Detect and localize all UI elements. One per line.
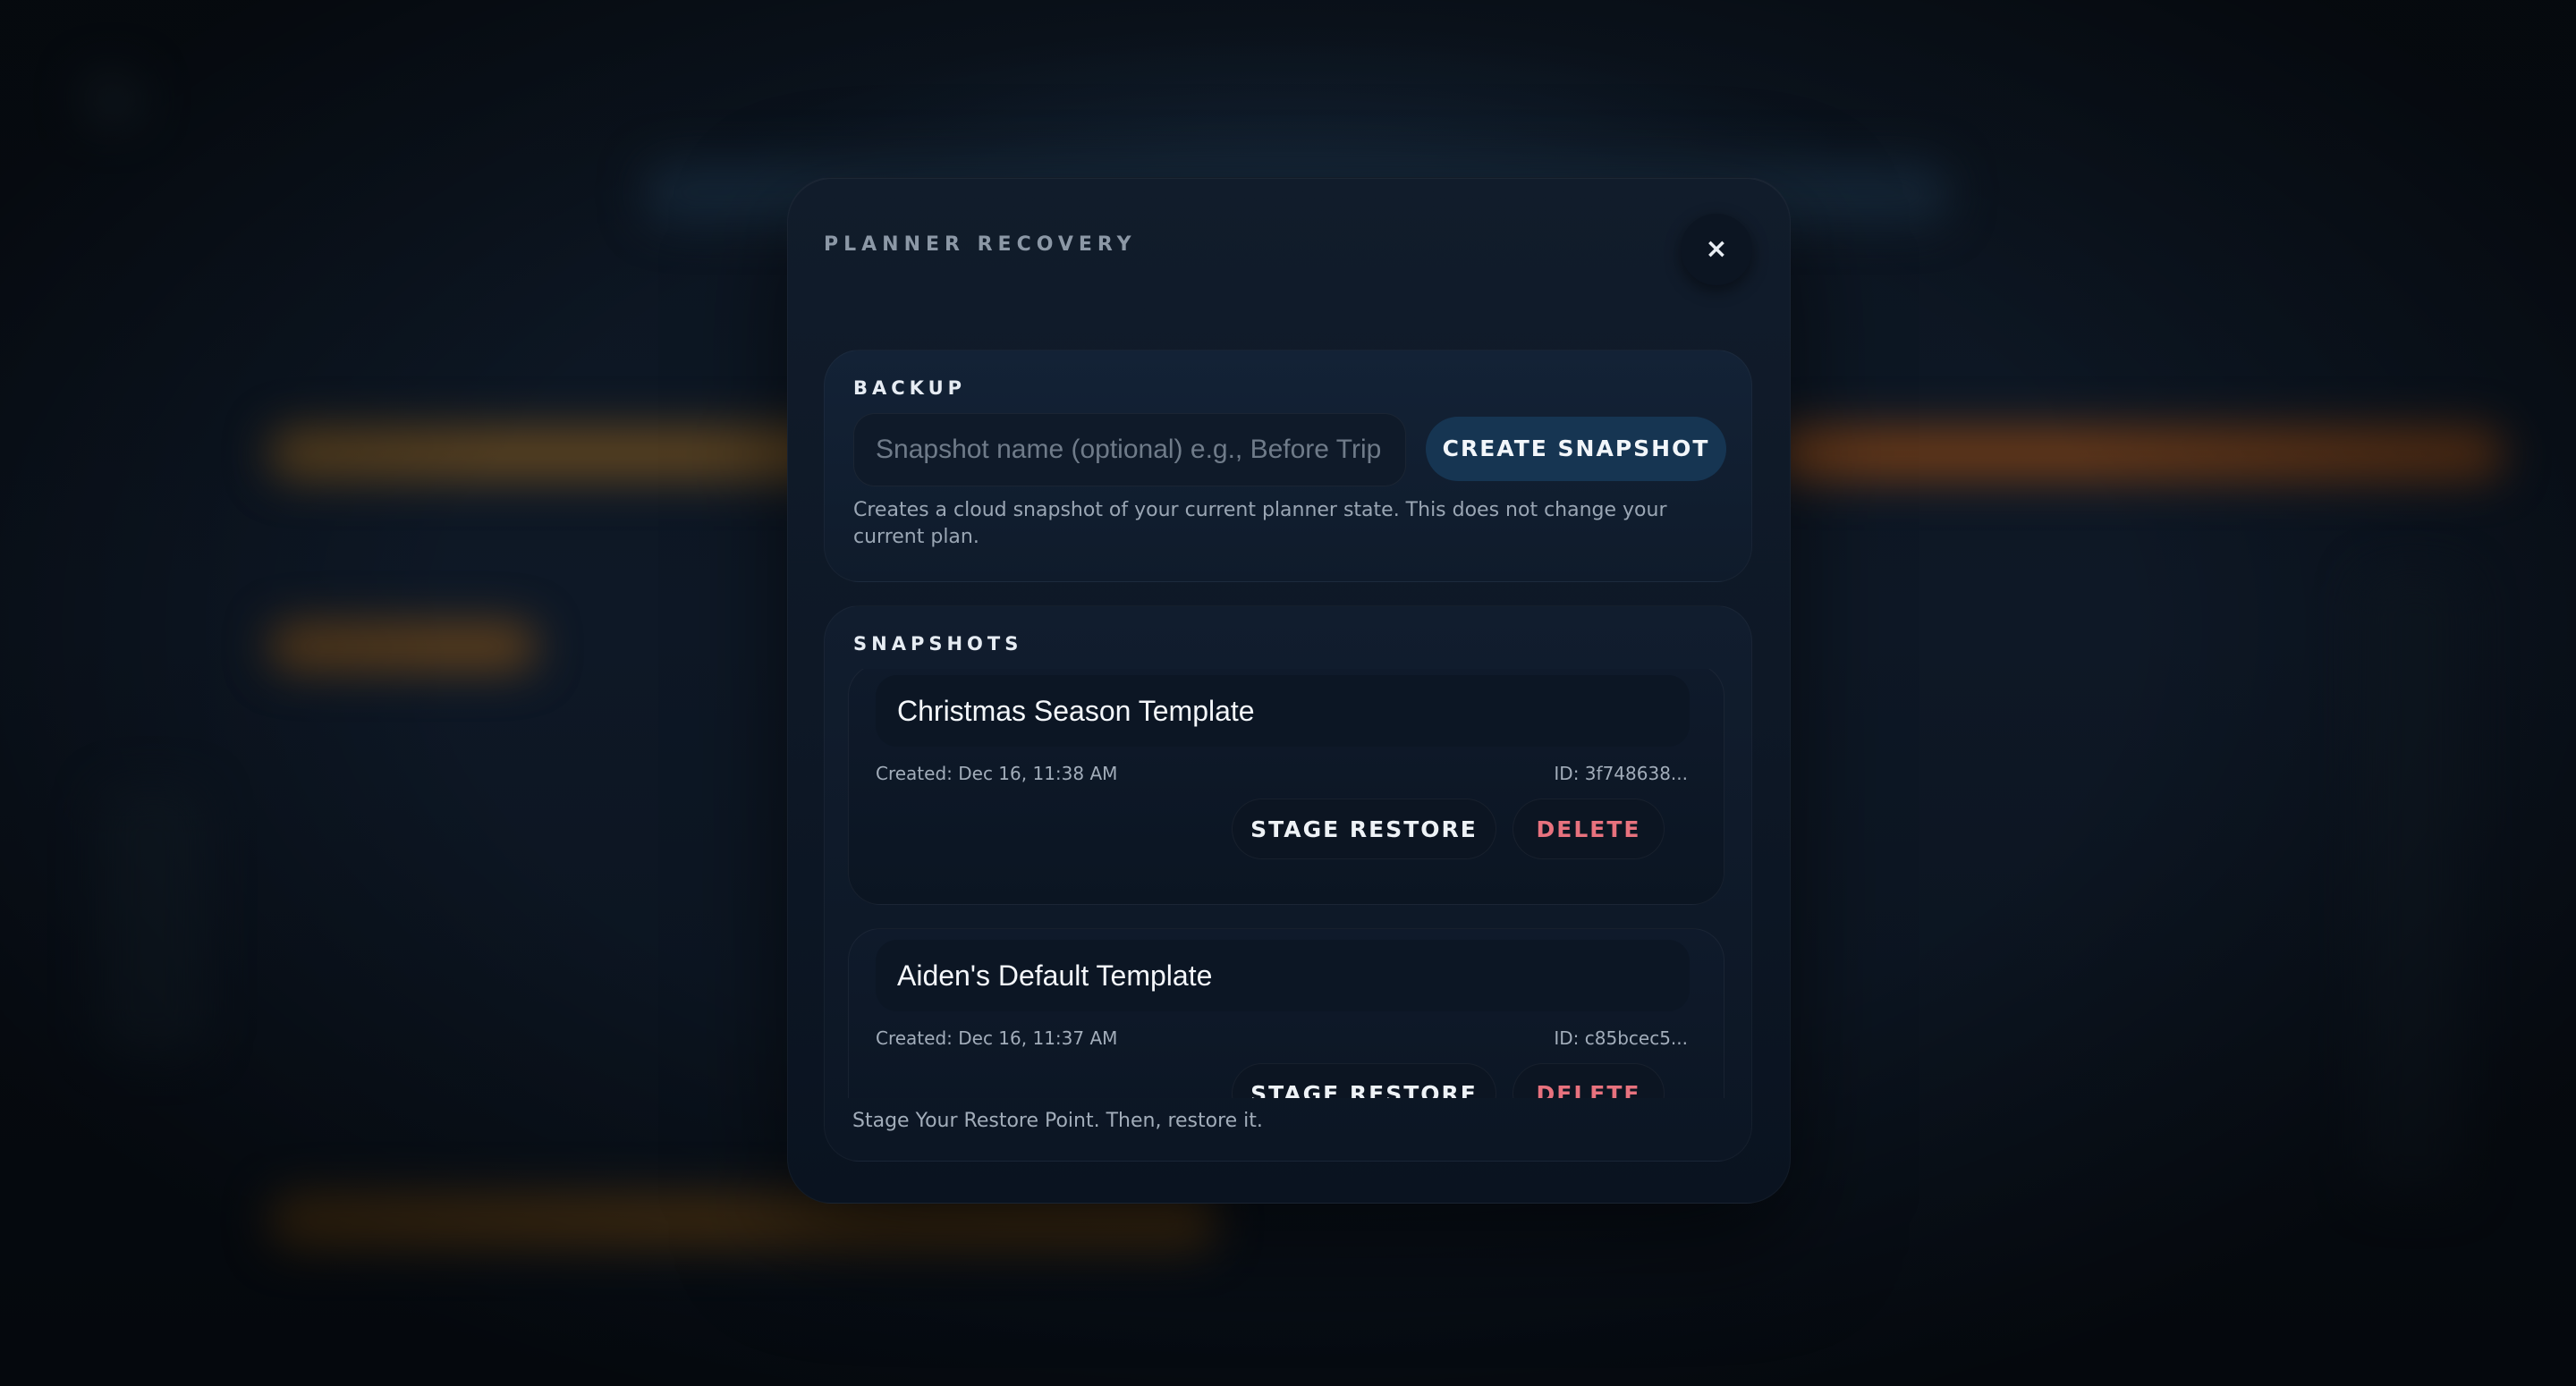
- stage-restore-button[interactable]: STAGE RESTORE: [1232, 799, 1496, 859]
- snapshot-created: Created: Dec 16, 11:37 AM: [876, 1027, 1118, 1049]
- restore-hint: Stage Your Restore Point. Then, restore …: [852, 1110, 1263, 1132]
- snapshot-id: ID: c85bcec5...: [1554, 1027, 1688, 1049]
- backup-description: Creates a cloud snapshot of your current…: [853, 499, 1667, 548]
- snapshot-id: ID: 3f748638...: [1554, 763, 1688, 784]
- modal-title: PLANNER RECOVERY: [824, 233, 1137, 256]
- close-icon: ×: [1705, 233, 1728, 265]
- stage-restore-button[interactable]: STAGE RESTORE: [1232, 1063, 1496, 1098]
- snapshot-name: Christmas Season Template: [876, 675, 1690, 747]
- snapshots-label: SNAPSHOTS: [853, 633, 1023, 655]
- snapshot-item: Aiden's Default Template Created: Dec 16…: [848, 928, 1724, 1098]
- delete-button[interactable]: DELETE: [1513, 1063, 1665, 1098]
- backup-label: BACKUP: [853, 377, 967, 399]
- snapshot-list[interactable]: Christmas Season Template Created: Dec 1…: [848, 669, 1724, 1098]
- delete-button[interactable]: DELETE: [1513, 799, 1665, 859]
- snapshot-name: Aiden's Default Template: [876, 940, 1690, 1011]
- planner-recovery-modal: PLANNER RECOVERY × BACKUP CREATE SNAPSHO…: [787, 177, 1791, 1204]
- snapshot-item: Christmas Season Template Created: Dec 1…: [848, 669, 1724, 905]
- snapshot-created: Created: Dec 16, 11:38 AM: [876, 763, 1118, 784]
- snapshot-name-input[interactable]: [853, 413, 1406, 486]
- create-snapshot-button[interactable]: CREATE SNAPSHOT: [1426, 417, 1726, 481]
- close-button[interactable]: ×: [1681, 214, 1752, 285]
- backup-section: BACKUP CREATE SNAPSHOT Creates a cloud s…: [824, 350, 1752, 582]
- snapshots-section: SNAPSHOTS Christmas Season Template Crea…: [824, 605, 1752, 1162]
